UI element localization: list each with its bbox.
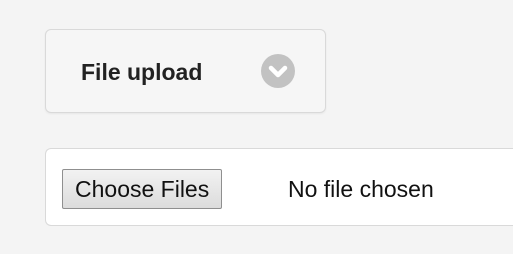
file-input-panel: Choose Files No file chosen — [45, 148, 513, 226]
file-upload-header[interactable]: File upload — [45, 29, 326, 113]
file-upload-title: File upload — [81, 59, 203, 85]
choose-files-button[interactable]: Choose Files — [62, 169, 223, 209]
file-status-text: No file chosen — [288, 176, 434, 202]
chevron-down-icon[interactable] — [261, 54, 295, 88]
